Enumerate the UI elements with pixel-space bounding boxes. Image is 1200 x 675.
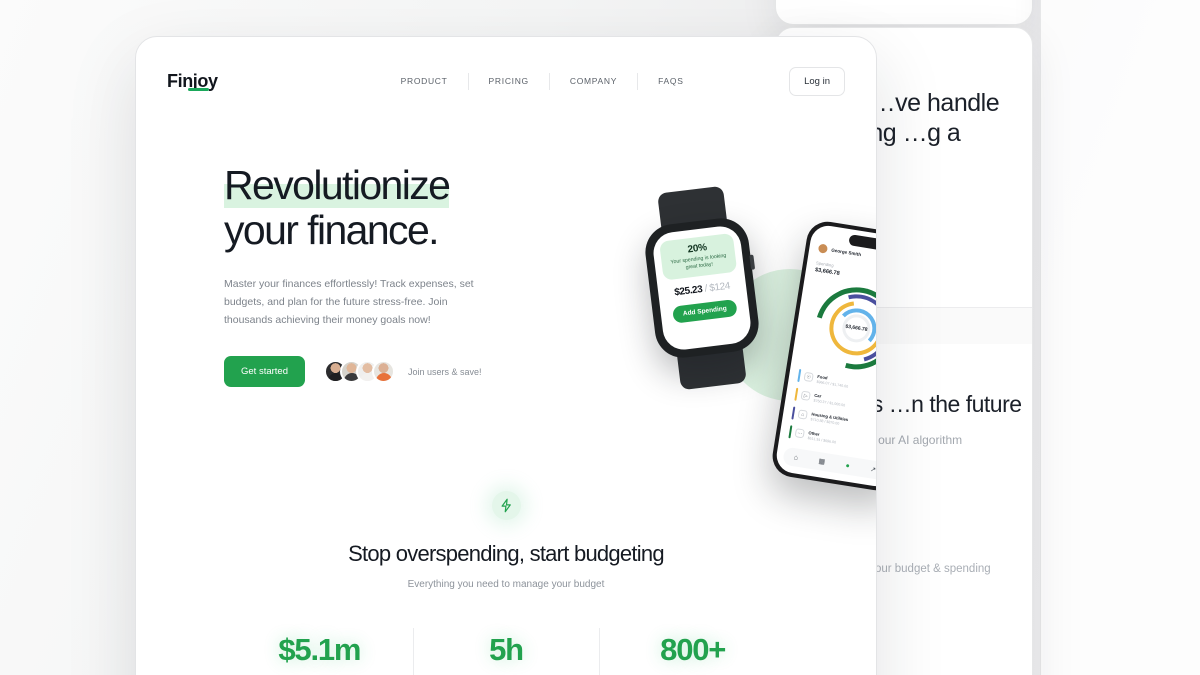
hero-subtitle: Master your finances effortlessly! Track…: [224, 278, 474, 327]
avatar: [817, 243, 829, 254]
site-navigation: Finjoy PRODUCT PRICING COMPANY FAQS Log …: [136, 37, 876, 125]
watch-total: / $124: [704, 280, 731, 295]
stat-value: 5h: [489, 632, 524, 667]
background-card-top: [775, 0, 1033, 25]
nav-item-pricing[interactable]: PRICING: [469, 76, 549, 86]
card-icon[interactable]: ▦: [818, 457, 826, 466]
watch-status-pill: 20% Your spending is looking great today…: [659, 232, 738, 281]
stat-time-reduction: 5h Avg. reduction of time spent on budge…: [412, 627, 600, 675]
add-spending-button[interactable]: Add Spending: [672, 299, 738, 324]
legend-text: Food $966.07 / $1,740.00: [816, 373, 849, 388]
phone-bottom-nav: ⌂ ▦ ● ↗: [782, 446, 876, 481]
phone-screen: George Smith Spending $3,666.78 Monthly …: [774, 223, 876, 489]
hero-copy: Revolutionize your finance. Master your …: [224, 162, 524, 388]
brand-logo[interactable]: Finjoy: [167, 71, 218, 92]
section-title: Stop overspending, start budgeting: [348, 541, 665, 566]
category-legend: ☉ Food $966.07 / $1,740.00 40% ▷: [779, 360, 876, 455]
watch-case: 20% Your spending is looking great today…: [642, 215, 762, 361]
cart-icon: ☉: [803, 371, 814, 383]
nav-item-faqs[interactable]: FAQS: [638, 76, 703, 86]
spending-value: $3,666.78: [814, 267, 841, 278]
page-background: …as transformed …ve handle our …udget, m…: [0, 0, 1200, 675]
main-page-card: Finjoy PRODUCT PRICING COMPANY FAQS Log …: [135, 36, 877, 675]
avatar: [372, 360, 395, 384]
stats-row: $5.1m Dollars saved 5h Avg. reduction of…: [136, 627, 876, 675]
legend-color-swatch: [788, 425, 793, 439]
stat-value: 800+: [660, 632, 726, 667]
spending-donut-chart: $3,666.78: [800, 272, 876, 385]
join-users-text: Join users & save!: [408, 366, 482, 377]
section-subtitle: Everything you need to manage your budge…: [407, 579, 605, 590]
stat-satisfied-users: 800+ Satisfied users: [599, 627, 786, 675]
home-icon[interactable]: ⌂: [793, 454, 798, 462]
watch-crown: [749, 254, 756, 270]
hero-title-rest: your finance.: [224, 207, 440, 254]
nav-item-company[interactable]: COMPANY: [550, 76, 637, 86]
background-card-right: [1040, 0, 1200, 675]
analytics-icon[interactable]: ↗: [870, 465, 876, 474]
stat-dollars-saved: $5.1m Dollars saved: [226, 632, 413, 675]
legend-color-swatch: [791, 406, 796, 420]
legend-color-swatch: [797, 368, 802, 383]
donut-center-value: $3,666.78: [844, 323, 868, 334]
device-mockups: 20% Your spending is looking great today…: [506, 125, 876, 494]
watch-amount: $25.23 / $124: [674, 281, 731, 299]
stat-value: $5.1m: [278, 632, 361, 667]
wallet-icon[interactable]: ●: [845, 462, 850, 470]
spending-block: Spending $3,666.78: [815, 260, 842, 277]
watch-screen: 20% Your spending is looking great today…: [651, 224, 753, 352]
nav-links: PRODUCT PRICING COMPANY FAQS: [381, 72, 704, 90]
hero-section: Revolutionize your finance. Master your …: [136, 125, 876, 494]
home-icon: ⌂: [797, 409, 808, 420]
hero-cta-row: Get started Join users & save!: [224, 356, 524, 388]
page-title: Revolutionize your finance.: [224, 162, 524, 254]
mid-section: Stop overspending, start budgeting Every…: [136, 455, 876, 590]
car-icon: ▷: [800, 390, 811, 401]
legend-text: Housing & Utilities $710.88 / $870.00: [810, 411, 848, 427]
bolt-icon: [491, 491, 521, 520]
watch-spent: $25.23: [673, 284, 704, 299]
user-avatars: [324, 360, 395, 384]
logo-underline-accent: [188, 88, 209, 91]
legend-color-swatch: [794, 387, 799, 401]
get-started-button[interactable]: Get started: [224, 356, 305, 388]
smartwatch-mockup: 20% Your spending is looking great today…: [642, 185, 762, 391]
nav-item-product[interactable]: PRODUCT: [381, 76, 468, 86]
login-button[interactable]: Log in: [789, 66, 845, 96]
legend-text: Other $511.34 / $696.00: [807, 430, 837, 444]
hero-title-highlight: Revolutionize: [224, 162, 451, 208]
legend-text: Car $750.37 / $1,000.50: [813, 392, 846, 407]
dots-icon: ⋯: [794, 428, 805, 439]
